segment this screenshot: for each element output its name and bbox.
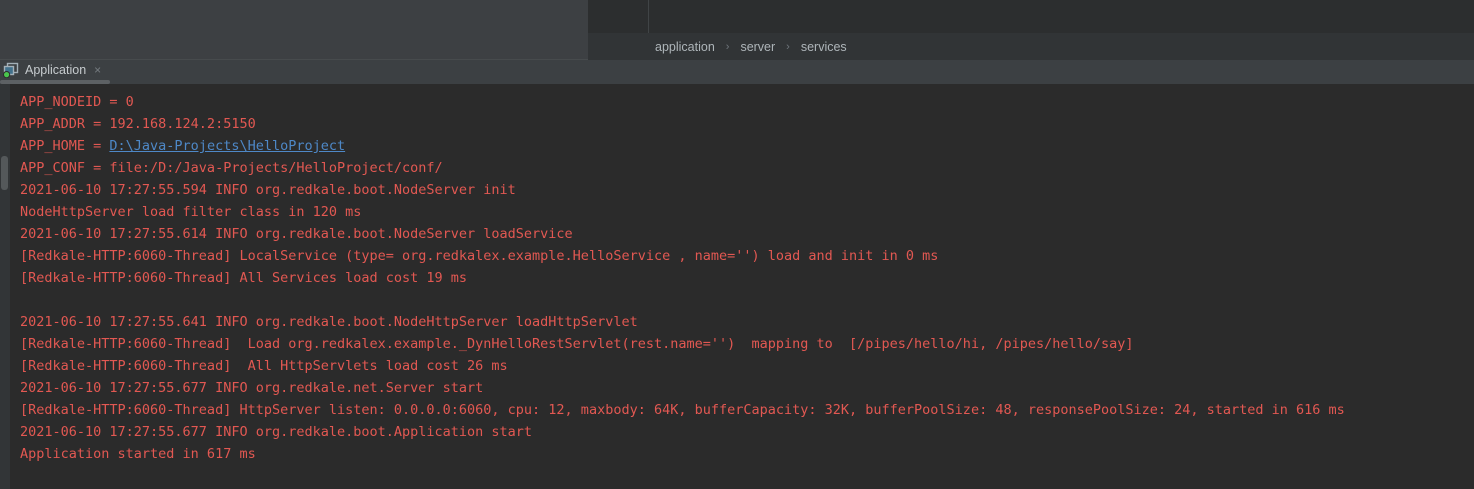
console-line: APP_CONF = file:/D:/Java-Projects/HelloP… — [20, 157, 1474, 179]
log-text: APP_HOME = — [20, 138, 109, 154]
breadcrumb-item-services[interactable]: services — [801, 40, 847, 54]
editor-panel-remnant — [0, 0, 588, 60]
file-path-link[interactable]: D:\Java-Projects\HelloProject — [109, 138, 345, 154]
console-line: APP_NODEID = 0 — [20, 91, 1474, 113]
log-text: [Redkale-HTTP:6060-Thread] HttpServer li… — [20, 402, 1345, 418]
console-log: APP_NODEID = 0 APP_ADDR = 192.168.124.2:5… — [20, 91, 1474, 465]
console-line: Application started in 617 ms — [20, 443, 1474, 465]
close-icon[interactable]: × — [92, 63, 103, 77]
log-text: Application started in 617 ms — [20, 446, 256, 462]
log-text: APP_CONF = file:/D:/Java-Projects/HelloP… — [20, 160, 443, 176]
chevron-right-icon: › — [726, 41, 730, 53]
console-line: [Redkale-HTTP:6060-Thread] HttpServer li… — [20, 399, 1474, 421]
log-text: APP_NODEID = 0 — [20, 94, 134, 110]
log-text: APP_ADDR = 192.168.124.2:5150 — [20, 116, 256, 132]
console-line: 2021-06-10 17:27:55.677 INFO org.redkale… — [20, 377, 1474, 399]
console-scrollbar-thumb[interactable] — [1, 156, 8, 190]
console-line: [Redkale-HTTP:6060-Thread] LocalService … — [20, 245, 1474, 267]
top-area: application › server › services — [0, 0, 1474, 60]
log-text: [Redkale-HTTP:6060-Thread] Load org.redk… — [20, 336, 1134, 352]
console-line: 2021-06-10 17:27:55.677 INFO org.redkale… — [20, 421, 1474, 443]
console-line: 2021-06-10 17:27:55.594 INFO org.redkale… — [20, 179, 1474, 201]
editor-panel-right — [588, 0, 1474, 33]
console-line: [Redkale-HTTP:6060-Thread] Load org.redk… — [20, 333, 1474, 355]
log-text: [Redkale-HTTP:6060-Thread] LocalService … — [20, 248, 938, 264]
log-text: 2021-06-10 17:27:55.677 INFO org.redkale… — [20, 380, 483, 396]
log-text: 2021-06-10 17:27:55.614 INFO org.redkale… — [20, 226, 573, 242]
console-line: 2021-06-10 17:27:55.641 INFO org.redkale… — [20, 311, 1474, 333]
console-line: [Redkale-HTTP:6060-Thread] All Services … — [20, 267, 1474, 289]
tab-application[interactable]: Application × — [0, 60, 109, 80]
console-line: 2021-06-10 17:27:55.614 INFO org.redkale… — [20, 223, 1474, 245]
breadcrumb-item-server[interactable]: server — [740, 40, 775, 54]
run-console: APP_NODEID = 0 APP_ADDR = 192.168.124.2:5… — [0, 84, 1474, 489]
chevron-right-icon: › — [786, 41, 790, 53]
console-line: [Redkale-HTTP:6060-Thread] All HttpServl… — [20, 355, 1474, 377]
breadcrumb: application › server › services — [588, 33, 1474, 60]
log-text: [Redkale-HTTP:6060-Thread] All Services … — [20, 270, 467, 286]
run-console-icon — [3, 62, 19, 78]
log-text: NodeHttpServer load filter class in 120 … — [20, 204, 361, 220]
run-toolwindow-tabbar: Application × — [0, 60, 1474, 84]
log-text: 2021-06-10 17:27:55.594 INFO org.redkale… — [20, 182, 516, 198]
console-gutter — [0, 84, 10, 489]
console-line — [20, 289, 1474, 311]
console-line: APP_HOME = D:\Java-Projects\HelloProject — [20, 135, 1474, 157]
tab-application-label: Application — [25, 63, 86, 77]
log-text: [Redkale-HTTP:6060-Thread] All HttpServl… — [20, 358, 508, 374]
console-line: NodeHttpServer load filter class in 120 … — [20, 201, 1474, 223]
breadcrumb-item-application[interactable]: application — [655, 40, 715, 54]
log-text: 2021-06-10 17:27:55.641 INFO org.redkale… — [20, 314, 638, 330]
console-line: APP_ADDR = 192.168.124.2:5150 — [20, 113, 1474, 135]
log-text: 2021-06-10 17:27:55.677 INFO org.redkale… — [20, 424, 532, 440]
panel-divider — [648, 0, 649, 33]
